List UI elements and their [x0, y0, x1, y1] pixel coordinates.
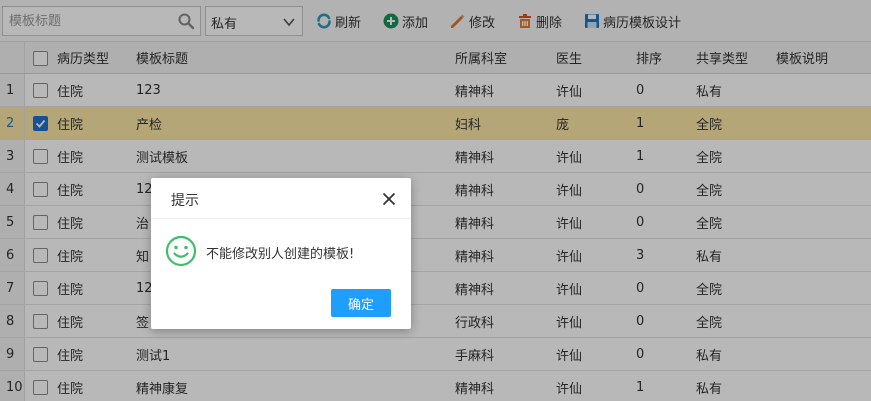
dialog-title: 提示	[171, 193, 199, 209]
close-icon[interactable]	[381, 191, 397, 207]
dialog-ok-button[interactable]: 确定	[331, 289, 391, 317]
dialog-header: 提示	[151, 178, 411, 219]
dialog-message: 不能修改别人创建的模板!	[206, 247, 355, 262]
alert-dialog: 提示 不能修改别人创建的模板! 确定	[151, 178, 411, 329]
smile-icon	[165, 235, 197, 267]
modal-overlay	[0, 0, 871, 401]
